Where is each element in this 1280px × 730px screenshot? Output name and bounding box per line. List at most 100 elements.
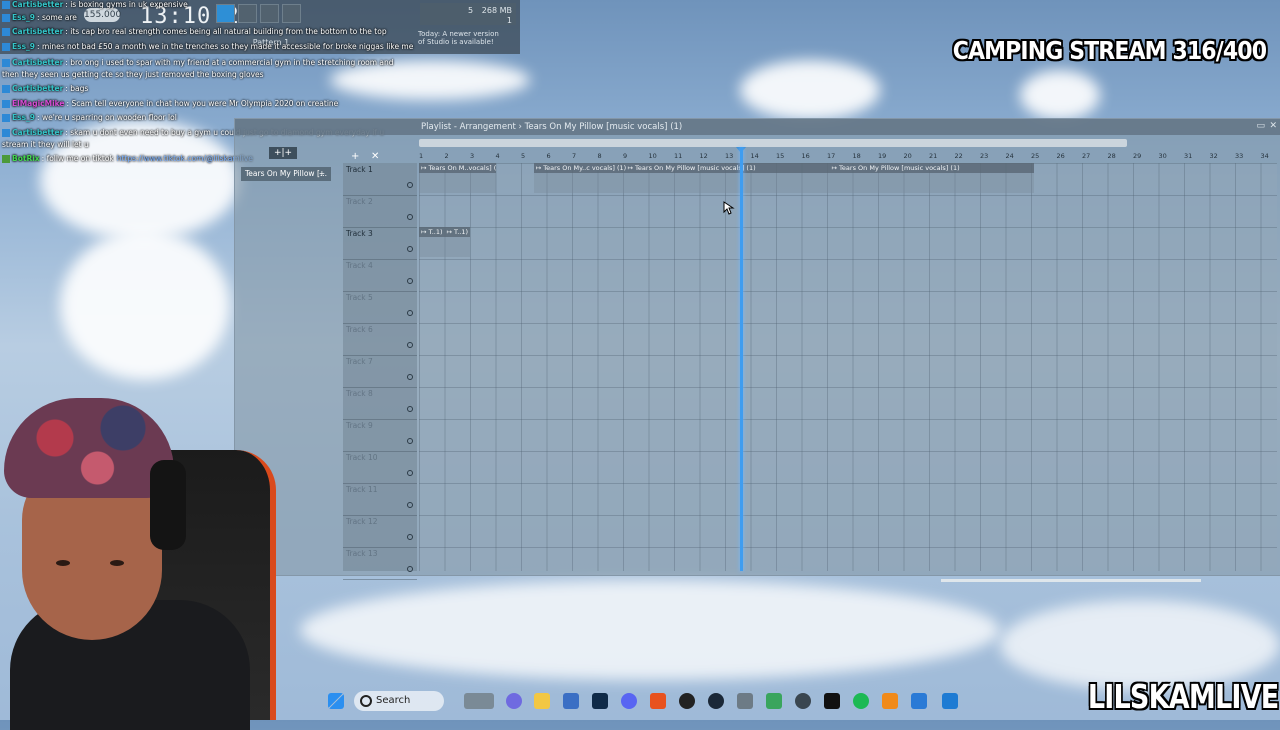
chat-username: Cartisbetter <box>12 0 64 9</box>
mute-toggle[interactable] <box>407 406 413 412</box>
ruler-tick: 17 <box>827 152 836 160</box>
store-icon[interactable] <box>563 693 579 709</box>
file-explorer-icon[interactable] <box>534 693 550 709</box>
track-header[interactable]: Track 12 <box>343 515 417 548</box>
track-header[interactable]: Track 2 <box>343 195 417 228</box>
clip-body[interactable] <box>419 173 496 193</box>
chat-message: BotRix: follw me on tiktok https://www.ti… <box>2 154 253 163</box>
windows-start-icon[interactable] <box>328 693 344 709</box>
poly-value: 1 <box>506 16 512 25</box>
track-header[interactable]: Track 3 <box>343 227 417 260</box>
track-name: Track 2 <box>346 197 373 206</box>
mute-toggle[interactable] <box>407 278 413 284</box>
ruler-tick: 22 <box>954 152 963 160</box>
chat-message: Cartisbetter: bags <box>2 84 88 93</box>
track-name: Track 7 <box>346 357 373 366</box>
track-name: Track 13 <box>346 549 378 558</box>
maximize-icon[interactable]: ▭ <box>1256 121 1265 131</box>
track-header[interactable]: Track 13 <box>343 547 417 580</box>
mute-toggle[interactable] <box>407 214 413 220</box>
track-header[interactable]: Track 11 <box>343 483 417 516</box>
playhead[interactable] <box>740 147 744 571</box>
picker-item[interactable]: Tears On My Pillow [... + <box>241 167 331 181</box>
mute-toggle[interactable] <box>407 438 413 444</box>
audio-clip[interactable]: ↦ Tears On My..c vocals] (1) <box>533 163 626 173</box>
tempo-display[interactable]: 155.000 <box>84 8 121 22</box>
widgets-icon[interactable] <box>464 693 494 709</box>
xcode-icon[interactable] <box>911 693 927 709</box>
channel-rack-button[interactable] <box>260 4 279 23</box>
mute-toggle[interactable] <box>407 310 413 316</box>
playlist-button[interactable] <box>216 4 235 23</box>
track-header[interactable]: Track 4 <box>343 259 417 292</box>
ruler-tick: 31 <box>1184 152 1193 160</box>
spotify-icon[interactable] <box>853 693 869 709</box>
steam-icon[interactable] <box>708 693 724 709</box>
maps-icon[interactable] <box>766 693 782 709</box>
track-header[interactable]: Track 5 <box>343 291 417 324</box>
clip-body[interactable] <box>533 173 626 193</box>
audio-clip[interactable]: ↦ Tears On My Pillow [music vocals] (1) <box>625 163 830 173</box>
ruler-tick: 33 <box>1235 152 1244 160</box>
obs-icon[interactable] <box>679 693 695 709</box>
photoshop-icon[interactable] <box>592 693 608 709</box>
search-label: Search <box>376 695 411 706</box>
track-header[interactable]: Track 6 <box>343 323 417 356</box>
delete-icon[interactable]: ✕ <box>371 151 379 162</box>
capcut-icon[interactable] <box>824 693 840 709</box>
mute-toggle[interactable] <box>407 470 413 476</box>
chat-link[interactable]: https://www.tiktok.com/@lilskamlive <box>117 154 253 163</box>
track-header[interactable]: Track 1 <box>343 163 417 196</box>
playlist-titlebar[interactable]: Playlist - Arrangement › Tears On My Pil… <box>235 119 1280 135</box>
audio-clip[interactable]: ↦ Tears On M..vocals] (1) <box>419 163 496 173</box>
4k-icon[interactable] <box>795 693 811 709</box>
app-icon[interactable] <box>737 693 753 709</box>
notes-icon[interactable] <box>942 693 958 709</box>
taskbar-search[interactable]: Search <box>354 691 444 711</box>
ruler-tick: 20 <box>903 152 912 160</box>
clip-body[interactable] <box>625 173 830 193</box>
chat-text: Scam tell everyone in chat how you were … <box>71 99 339 108</box>
track-name: Track 12 <box>346 517 378 526</box>
track-header[interactable]: Track 8 <box>343 387 417 420</box>
playlist-window: Playlist - Arrangement › Tears On My Pil… <box>234 118 1280 582</box>
chat-message: Ess_9: some are <box>2 13 77 22</box>
clip-body[interactable] <box>829 173 1034 193</box>
ruler-tick: 11 <box>674 152 683 160</box>
track-header[interactable]: Track 9 <box>343 419 417 452</box>
audio-clip[interactable]: ↦ Tears On My Pillow [music vocals] (1) <box>829 163 1034 173</box>
discord-icon[interactable] <box>621 693 637 709</box>
mute-toggle[interactable] <box>407 502 413 508</box>
mute-toggle[interactable] <box>407 566 413 572</box>
chat-text: follw me on tiktok <box>46 154 114 163</box>
mute-toggle[interactable] <box>407 342 413 348</box>
cpu-memory-monitor: 5 268 MB 1 <box>420 3 516 25</box>
copilot-icon[interactable] <box>506 693 522 709</box>
badge-icon <box>2 155 10 163</box>
piano-roll-button[interactable] <box>238 4 257 23</box>
add-pattern-button[interactable]: +|+ <box>269 147 297 159</box>
ruler-tick: 4 <box>495 152 500 160</box>
track-name: Track 1 <box>346 165 373 174</box>
track-header[interactable]: Track 10 <box>343 451 417 484</box>
ruler-tick: 3 <box>470 152 475 160</box>
clip-body[interactable] <box>444 237 470 257</box>
mute-toggle[interactable] <box>407 182 413 188</box>
brave-icon[interactable] <box>650 693 666 709</box>
zoom-bar[interactable] <box>871 577 1271 585</box>
audio-clip[interactable]: ↦ T..1) <box>444 227 470 237</box>
mute-toggle[interactable] <box>407 374 413 380</box>
fl-studio-icon[interactable] <box>882 693 898 709</box>
horizontal-scrollbar[interactable] <box>419 139 1127 147</box>
clip-body[interactable] <box>419 237 445 257</box>
mute-toggle[interactable] <box>407 246 413 252</box>
track-header[interactable]: Track 7 <box>343 355 417 388</box>
add-icon[interactable]: + <box>319 167 325 181</box>
timeline-ruler[interactable]: 1 2 3 4 5 6 7 8 9 10 11 12 13 14 15 16 17 18 19 20 21 22 23 24 2… <box>419 151 1277 163</box>
mixer-button[interactable] <box>282 4 301 23</box>
arrangement-grid[interactable]: ↦ Tears On M..vocals] (1) ↦ Tears On My..… <box>419 163 1277 571</box>
audio-clip[interactable]: ↦ T..1) <box>419 227 445 237</box>
plus-icon[interactable]: + <box>351 151 359 162</box>
mute-toggle[interactable] <box>407 534 413 540</box>
close-icon[interactable]: ✕ <box>1269 121 1277 131</box>
